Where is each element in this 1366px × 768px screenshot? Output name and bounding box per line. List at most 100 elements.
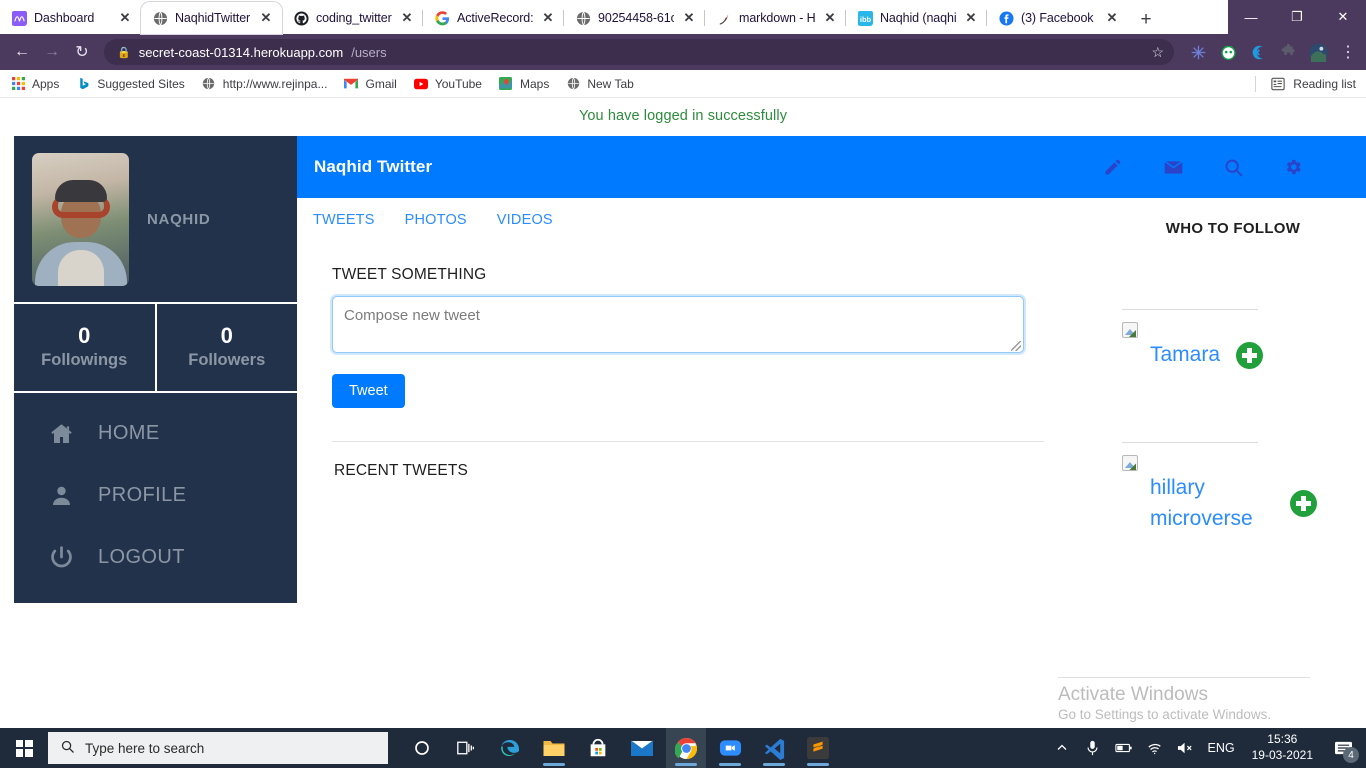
reload-icon[interactable]: ↻ (68, 38, 96, 66)
taskbar-search-input[interactable]: Type here to search (48, 732, 388, 764)
resize-handle-icon[interactable] (1011, 341, 1021, 351)
tab-title: Naqhid (naqhi (880, 11, 956, 25)
close-icon[interactable]: ✕ (117, 10, 133, 26)
microphone-icon[interactable] (1084, 740, 1102, 756)
stat-followings[interactable]: 0 Followings (14, 304, 155, 391)
close-icon[interactable]: ✕ (681, 10, 697, 26)
close-icon[interactable]: ✕ (822, 10, 838, 26)
globe-icon (565, 76, 581, 92)
bookmark-rejinpaul[interactable]: http://www.rejinpa... (201, 76, 327, 92)
zoom-icon[interactable] (710, 728, 750, 768)
close-icon[interactable]: ✕ (399, 10, 415, 26)
close-icon[interactable]: ✕ (963, 10, 979, 26)
bookmark-apps[interactable]: Apps (10, 76, 59, 92)
snowflake-extension-icon[interactable] (1188, 42, 1208, 62)
browser-tab[interactable]: ibb Naqhid (naqhi ✕ (846, 2, 987, 34)
follow-username[interactable]: Tamara (1150, 340, 1220, 370)
mail-icon[interactable] (622, 728, 662, 768)
close-icon[interactable]: ✕ (540, 10, 556, 26)
notification-center-icon[interactable]: 4 (1330, 735, 1359, 763)
stat-followers[interactable]: 0 Followers (154, 304, 298, 391)
vscode-icon[interactable] (754, 728, 794, 768)
app-title: Naqhid Twitter (314, 157, 433, 176)
edge-icon[interactable] (490, 728, 530, 768)
follow-username[interactable]: hillary microverse (1150, 473, 1274, 534)
battery-icon[interactable] (1114, 742, 1133, 754)
chrome-icon[interactable] (666, 728, 706, 768)
bookmark-suggested-sites[interactable]: Suggested Sites (75, 76, 185, 92)
broken-image-icon (1122, 455, 1138, 472)
close-window-button[interactable]: ✕ (1320, 0, 1366, 34)
envelope-icon[interactable] (1162, 156, 1184, 178)
language-indicator[interactable]: ENG (1208, 741, 1235, 755)
person-icon (46, 483, 76, 509)
file-explorer-icon[interactable] (534, 728, 574, 768)
star-icon[interactable]: ☆ (1151, 44, 1164, 61)
search-icon[interactable] (1222, 156, 1244, 178)
sidebar-item-profile[interactable]: PROFILE (14, 465, 297, 527)
tweet-button[interactable]: Tweet (332, 374, 405, 408)
watermark-title: Activate Windows (1058, 684, 1208, 706)
atlassian-icon (11, 10, 27, 26)
puzzle-extensions-icon[interactable] (1278, 42, 1298, 62)
grammarly-extension-icon[interactable] (1218, 42, 1238, 62)
youtube-icon (413, 76, 429, 92)
browser-tab[interactable]: markdown - H ✕ (705, 2, 846, 34)
kebab-menu-icon[interactable]: ⋮ (1338, 42, 1358, 62)
profile-avatar-icon[interactable] (1308, 42, 1328, 62)
task-view-icon[interactable] (446, 728, 486, 768)
system-tray: ENG 15:36 19-03-2021 4 (1053, 732, 1366, 763)
follow-plus-icon[interactable] (1236, 341, 1264, 369)
sidebar-item-logout[interactable]: LOGOUT (14, 527, 297, 589)
navigation-toolbar: ← → ↻ 🔒 secret-coast-01314.herokuapp.com… (0, 34, 1366, 70)
avatar-shirt (57, 249, 104, 286)
bookmark-youtube[interactable]: YouTube (413, 76, 482, 92)
browser-tab[interactable]: Dashboard ✕ (0, 2, 141, 34)
close-icon[interactable]: ✕ (1104, 10, 1120, 26)
windows-start-icon[interactable] (0, 728, 48, 768)
new-tab-button[interactable]: + (1132, 6, 1160, 34)
bookmark-maps[interactable]: Maps (498, 76, 549, 92)
clock[interactable]: 15:36 19-03-2021 (1248, 732, 1317, 763)
center-column: TWEETS PHOTOS VIDEOS TWEET SOMETHING Com… (297, 198, 1098, 534)
tab-tweets[interactable]: TWEETS (313, 212, 375, 228)
maximize-button[interactable]: ❐ (1274, 0, 1320, 34)
clickup-extension-icon[interactable] (1248, 42, 1268, 62)
who-to-follow-panel: WHO TO FOLLOW Tamara hillary microverse (1098, 198, 1366, 534)
follow-row: Tamara (1110, 340, 1356, 370)
sublime-text-icon[interactable] (798, 728, 838, 768)
bookmark-new-tab[interactable]: New Tab (565, 76, 634, 92)
browser-tab[interactable]: coding_twitter ✕ (282, 2, 423, 34)
minimize-button[interactable]: — (1228, 0, 1274, 34)
tab-videos[interactable]: VIDEOS (497, 212, 553, 228)
bookmark-label: Maps (519, 76, 550, 91)
forward-icon[interactable]: → (38, 38, 66, 66)
address-bar[interactable]: 🔒 secret-coast-01314.herokuapp.com /user… (104, 39, 1174, 65)
globe-icon (152, 10, 168, 26)
browser-tab[interactable]: (3) Facebook ✕ (987, 2, 1128, 34)
tweet-textarea[interactable]: Compose new tweet (332, 296, 1024, 353)
bookmark-gmail[interactable]: Gmail (343, 76, 397, 92)
wifi-icon[interactable] (1146, 742, 1164, 755)
reading-list-button[interactable]: Reading list (1255, 75, 1356, 92)
browser-tab[interactable]: 90254458-61c ✕ (564, 2, 705, 34)
browser-tab[interactable]: ActiveRecord:: ✕ (423, 2, 564, 34)
close-icon[interactable]: ✕ (258, 10, 274, 26)
show-hidden-icons[interactable] (1053, 742, 1071, 754)
gear-icon[interactable] (1282, 156, 1304, 178)
tab-strip: Dashboard ✕ NaqhidTwitter ✕ coding_twitt… (0, 0, 1366, 34)
browser-tab-active[interactable]: NaqhidTwitter ✕ (141, 2, 282, 34)
pencil-icon[interactable] (1102, 156, 1124, 178)
volume-muted-icon[interactable] (1177, 741, 1195, 755)
microsoft-store-icon[interactable] (578, 728, 618, 768)
cortana-icon[interactable] (402, 728, 442, 768)
bookmark-label: YouTube (434, 76, 482, 91)
follow-plus-icon[interactable] (1290, 490, 1317, 518)
maps-icon (498, 76, 514, 92)
tab-photos[interactable]: PHOTOS (405, 212, 467, 228)
url-path: /users (351, 44, 387, 60)
stat-label: Followings (41, 350, 128, 369)
back-icon[interactable]: ← (8, 38, 36, 66)
tab-title: coding_twitter (316, 11, 392, 25)
sidebar-item-home[interactable]: HOME (14, 403, 297, 465)
